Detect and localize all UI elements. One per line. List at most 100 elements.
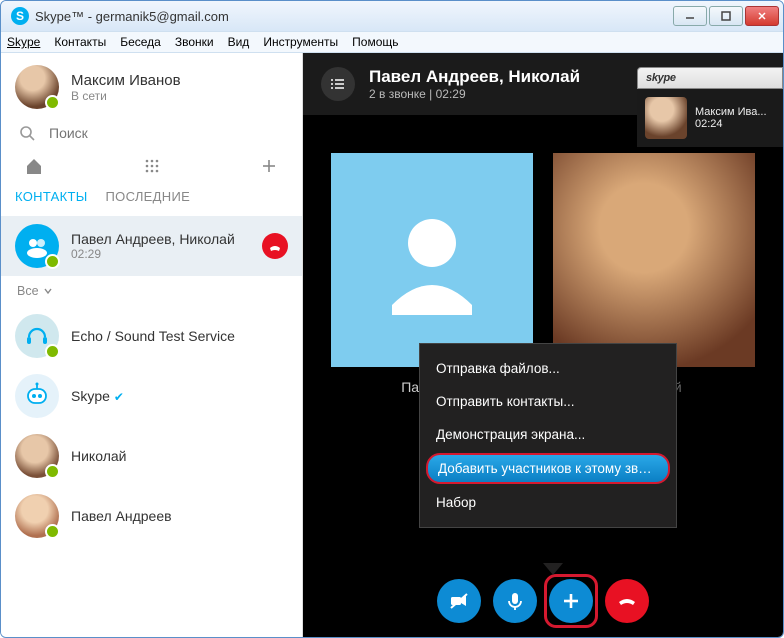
minimize-icon bbox=[685, 11, 695, 21]
plus-icon bbox=[560, 590, 582, 612]
menu-skype[interactable]: Skype bbox=[7, 35, 40, 49]
minimize-button[interactable] bbox=[673, 6, 707, 26]
menu-tools[interactable]: Инструменты bbox=[263, 35, 338, 49]
pip-body: Максим Ива... 02:24 bbox=[637, 89, 783, 147]
pip-info: Максим Ива... 02:24 bbox=[695, 106, 767, 130]
call-title: Павел Андреев, Николай 2 в звонке | 02:2… bbox=[369, 67, 580, 101]
add-participants-wrap bbox=[549, 579, 593, 623]
dialpad-icon bbox=[144, 158, 160, 174]
nav-row bbox=[1, 151, 302, 181]
presence-dot bbox=[45, 254, 60, 269]
window-title: Skype™ - germanik5@gmail.com bbox=[35, 9, 673, 24]
mic-toggle-button[interactable] bbox=[493, 579, 537, 623]
phone-icon bbox=[267, 238, 283, 254]
pip-time: 02:24 bbox=[695, 118, 767, 130]
call-controls bbox=[303, 579, 783, 623]
menu-share-screen[interactable]: Демонстрация экрана... bbox=[420, 418, 676, 451]
contact-active-call[interactable]: Павел Андреев, Николай 02:29 bbox=[1, 216, 302, 276]
mic-icon bbox=[504, 590, 526, 612]
contact-name: Николай bbox=[71, 448, 126, 464]
add-button[interactable] bbox=[260, 157, 278, 175]
skype-logo-icon: S bbox=[11, 7, 29, 25]
search-row bbox=[1, 121, 302, 151]
hangup-button[interactable] bbox=[605, 579, 649, 623]
menu-view[interactable]: Вид bbox=[228, 35, 250, 49]
home-icon bbox=[25, 157, 43, 175]
close-button[interactable] bbox=[745, 6, 779, 26]
plus-icon bbox=[260, 157, 278, 175]
maximize-button[interactable] bbox=[709, 6, 743, 26]
menu-calls[interactable]: Звонки bbox=[175, 35, 214, 49]
call-subtitle: 2 в звонке | 02:29 bbox=[369, 87, 580, 101]
contact-info: Павел Андреев, Николай 02:29 bbox=[71, 231, 235, 261]
contact-pavel[interactable]: Павел Андреев bbox=[1, 486, 302, 546]
presence-dot bbox=[45, 464, 60, 479]
menu-dial[interactable]: Набор bbox=[420, 486, 676, 519]
filter-label: Все bbox=[17, 284, 39, 298]
placeholder-avatar bbox=[331, 153, 533, 367]
titlebar: S Skype™ - germanik5@gmail.com bbox=[1, 1, 783, 31]
group-icon bbox=[25, 234, 49, 258]
tab-contacts[interactable]: КОНТАКТЫ bbox=[15, 189, 88, 204]
pip-window[interactable]: skype Максим Ива... 02:24 bbox=[637, 67, 783, 147]
pip-avatar bbox=[645, 97, 687, 139]
tab-recent[interactable]: ПОСЛЕДНИЕ bbox=[106, 189, 191, 204]
call-menu-button[interactable] bbox=[321, 67, 355, 101]
profile-row[interactable]: Максим Иванов В сети bbox=[1, 53, 302, 121]
presence-dot bbox=[45, 344, 60, 359]
context-menu: Отправка файлов... Отправить контакты...… bbox=[419, 343, 677, 528]
bot-avatar bbox=[15, 374, 59, 418]
menu-send-files[interactable]: Отправка файлов... bbox=[420, 352, 676, 385]
avatar bbox=[15, 494, 59, 538]
robot-icon bbox=[22, 381, 52, 411]
pip-brand: skype bbox=[646, 72, 676, 84]
menu-add-participants[interactable]: Добавить участников к этому звонку... bbox=[426, 453, 670, 484]
contact-time: 02:29 bbox=[71, 247, 235, 261]
camera-toggle-button[interactable] bbox=[437, 579, 481, 623]
chevron-down-icon bbox=[43, 286, 53, 296]
menu-help[interactable]: Помощь bbox=[352, 35, 398, 49]
menu-arrow-icon bbox=[543, 563, 563, 575]
search-input[interactable] bbox=[49, 125, 284, 141]
menu-contacts[interactable]: Контакты bbox=[54, 35, 106, 49]
add-participants-button[interactable] bbox=[549, 579, 593, 623]
contact-name: Skype ✔ bbox=[71, 388, 124, 404]
profile-status: В сети bbox=[71, 89, 181, 103]
menu-conversation[interactable]: Беседа bbox=[120, 35, 161, 49]
presence-dot bbox=[45, 524, 60, 539]
window-frame: S Skype™ - germanik5@gmail.com Skype Кон… bbox=[0, 0, 784, 638]
headset-icon bbox=[24, 323, 50, 349]
person-icon bbox=[377, 205, 487, 315]
tabs-row: КОНТАКТЫ ПОСЛЕДНИЕ bbox=[1, 181, 302, 210]
video-feed bbox=[553, 153, 755, 367]
menu-send-contacts[interactable]: Отправить контакты... bbox=[420, 385, 676, 418]
sidebar: Максим Иванов В сети bbox=[1, 53, 303, 637]
profile-name: Максим Иванов bbox=[71, 72, 181, 89]
dialpad-button[interactable] bbox=[143, 157, 161, 175]
presence-dot bbox=[45, 95, 60, 110]
menubar: Skype Контакты Беседа Звонки Вид Инструм… bbox=[1, 31, 783, 53]
contact-nikolay[interactable]: Николай bbox=[1, 426, 302, 486]
echo-avatar bbox=[15, 314, 59, 358]
close-icon bbox=[757, 11, 767, 21]
contact-name: Echo / Sound Test Service bbox=[71, 328, 235, 344]
filter-row[interactable]: Все bbox=[1, 276, 302, 306]
camera-off-icon bbox=[448, 590, 470, 612]
avatar bbox=[15, 65, 59, 109]
contact-name: Павел Андреев, Николай bbox=[71, 231, 235, 247]
maximize-icon bbox=[721, 11, 731, 21]
window-controls bbox=[673, 6, 779, 26]
contact-name: Павел Андреев bbox=[71, 508, 172, 524]
call-area: Павел Андреев, Николай 2 в звонке | 02:2… bbox=[303, 53, 783, 637]
call-title-text: Павел Андреев, Николай bbox=[369, 67, 580, 87]
phone-hangup-icon bbox=[616, 590, 638, 612]
pip-titlebar: skype bbox=[637, 67, 783, 89]
hangup-mini-button[interactable] bbox=[262, 233, 288, 259]
group-avatar bbox=[15, 224, 59, 268]
home-button[interactable] bbox=[25, 157, 43, 175]
profile-info: Максим Иванов В сети bbox=[71, 72, 181, 103]
search-icon bbox=[19, 125, 35, 141]
contact-echo[interactable]: Echo / Sound Test Service bbox=[1, 306, 302, 366]
pip-name: Максим Ива... bbox=[695, 106, 767, 118]
contact-skype[interactable]: Skype ✔ bbox=[1, 366, 302, 426]
